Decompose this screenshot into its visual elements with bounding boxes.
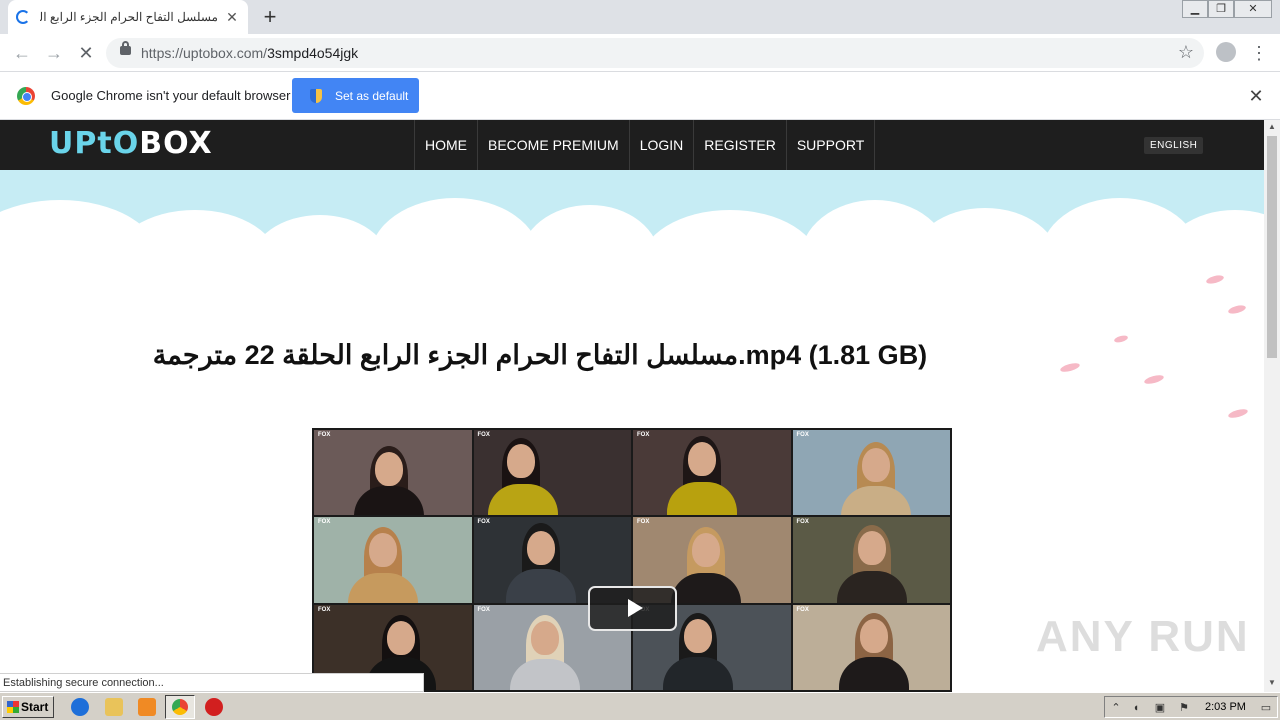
cloud-base bbox=[0, 245, 1264, 265]
petal-shape bbox=[1143, 373, 1165, 386]
minimize-button[interactable]: ▁ bbox=[1182, 0, 1208, 18]
system-tray: ⌃ ◖ ▣ ⚑ 2:03 PM ▭ bbox=[1104, 696, 1278, 718]
nav-become-premium[interactable]: BECOME PREMIUM bbox=[477, 120, 629, 170]
scroll-down-icon[interactable]: ▼ bbox=[1264, 676, 1280, 690]
video-thumbnail: FOX bbox=[792, 604, 950, 690]
vertical-scrollbar[interactable]: ▲ ▼ bbox=[1264, 120, 1280, 692]
chrome-menu-icon[interactable]: ⋮ bbox=[1250, 42, 1268, 64]
scrollbar-thumb[interactable] bbox=[1267, 136, 1277, 358]
tab-close-icon[interactable]: ✕ bbox=[224, 9, 240, 25]
set-as-default-label: Set as default bbox=[335, 88, 409, 103]
cloud-banner bbox=[0, 170, 1264, 320]
page-viewport: UPtOBOX HOME BECOME PREMIUM LOGIN REGIST… bbox=[0, 120, 1264, 692]
address-bar[interactable]: https://uptobox.com/3smpd4o54jgk ☆ bbox=[106, 38, 1204, 68]
chrome-icon bbox=[172, 699, 188, 715]
video-thumbnail: FOX bbox=[792, 517, 950, 603]
network-icon[interactable]: ▣ bbox=[1153, 701, 1167, 715]
scroll-up-icon[interactable]: ▲ bbox=[1264, 120, 1280, 134]
file-title: مسلسل التفاح الحرام الجزء الرابع الحلقة … bbox=[152, 340, 928, 370]
loading-spinner-icon bbox=[16, 10, 30, 24]
back-icon[interactable]: ← bbox=[10, 41, 34, 65]
new-tab-button[interactable]: + bbox=[258, 5, 282, 29]
language-selector[interactable]: ENGLISH bbox=[1144, 137, 1204, 154]
video-thumbnail: FOX bbox=[633, 430, 791, 516]
default-browser-infobar: Google Chrome isn't your default browser… bbox=[0, 72, 1280, 120]
stop-loading-icon[interactable]: ✕ bbox=[74, 41, 98, 65]
chrome-logo-icon bbox=[17, 87, 35, 105]
infobar-message: Google Chrome isn't your default browser bbox=[51, 88, 291, 103]
chrome-taskbar-button[interactable] bbox=[165, 695, 195, 719]
video-thumbnail: FOX bbox=[792, 430, 950, 516]
start-button[interactable]: Start bbox=[2, 696, 54, 718]
volume-icon[interactable]: ◖ bbox=[1129, 701, 1143, 715]
internet-explorer-icon[interactable] bbox=[71, 698, 89, 716]
media-player-icon[interactable] bbox=[138, 698, 156, 716]
site-header: UPtOBOX HOME BECOME PREMIUM LOGIN REGIST… bbox=[0, 120, 1264, 170]
nav-support[interactable]: SUPPORT bbox=[785, 120, 876, 170]
url-text[interactable]: https://uptobox.com/3smpd4o54jgk bbox=[141, 45, 358, 61]
url-path: 3smpd4o54jgk bbox=[267, 45, 359, 61]
bookmark-star-icon[interactable]: ☆ bbox=[1178, 42, 1194, 63]
show-desktop-icon[interactable]: ▭ bbox=[1259, 701, 1273, 715]
video-thumbnail-grid[interactable]: FOX FOX FOX FOX FOX FOX FOX FOX FOX FOX … bbox=[312, 428, 952, 692]
uptobox-logo[interactable]: UPtOBOX bbox=[49, 126, 213, 161]
status-bubble: Establishing secure connection... bbox=[0, 673, 424, 692]
petal-shape bbox=[1227, 407, 1249, 420]
infobar-close-icon[interactable]: ✕ bbox=[1246, 86, 1266, 106]
url-host: https://uptobox.com/ bbox=[141, 45, 268, 61]
cloud-shape bbox=[640, 210, 820, 320]
browser-toolbar: ← → ✕ https://uptobox.com/3smpd4o54jgk ☆… bbox=[0, 34, 1280, 72]
forward-icon[interactable]: → bbox=[42, 41, 66, 65]
taskbar-clock[interactable]: 2:03 PM bbox=[1205, 701, 1246, 713]
nav-login[interactable]: LOGIN bbox=[628, 120, 694, 170]
windows-taskbar: Start ⌃ ◖ ▣ ⚑ 2:03 PM ▭ bbox=[0, 692, 1280, 720]
petal-shape bbox=[1113, 334, 1129, 344]
anyrun-watermark: ANY RUN bbox=[1036, 612, 1250, 661]
show-hidden-icons-icon[interactable]: ⌃ bbox=[1109, 701, 1123, 715]
shield-icon bbox=[310, 88, 322, 103]
main-nav: HOME BECOME PREMIUM LOGIN REGISTER SUPPO… bbox=[414, 120, 876, 170]
cloud-shape bbox=[250, 215, 390, 315]
video-thumbnail: FOX bbox=[473, 430, 631, 516]
nav-home[interactable]: HOME bbox=[414, 120, 477, 170]
file-explorer-icon[interactable] bbox=[105, 698, 123, 716]
window-close-button[interactable]: ✕ bbox=[1234, 0, 1272, 18]
action-center-flag-icon[interactable]: ⚑ bbox=[1177, 701, 1191, 715]
profile-avatar-icon[interactable] bbox=[1216, 42, 1236, 62]
opera-icon[interactable] bbox=[205, 698, 223, 716]
nav-register[interactable]: REGISTER bbox=[693, 120, 786, 170]
set-as-default-button[interactable]: Set as default bbox=[292, 78, 419, 113]
restore-button[interactable]: ❐ bbox=[1208, 0, 1234, 18]
tab-title: مسلسل التفاح الحرام الجزء الرابع الحلقة bbox=[40, 10, 218, 24]
lock-icon bbox=[120, 41, 131, 55]
tab-strip: مسلسل التفاح الحرام الجزء الرابع الحلقة … bbox=[0, 0, 1280, 34]
video-thumbnail: FOX bbox=[314, 517, 472, 603]
play-button[interactable] bbox=[588, 586, 677, 631]
video-thumbnail: FOX bbox=[314, 430, 472, 516]
browser-tab[interactable]: مسلسل التفاح الحرام الجزء الرابع الحلقة … bbox=[8, 0, 248, 34]
